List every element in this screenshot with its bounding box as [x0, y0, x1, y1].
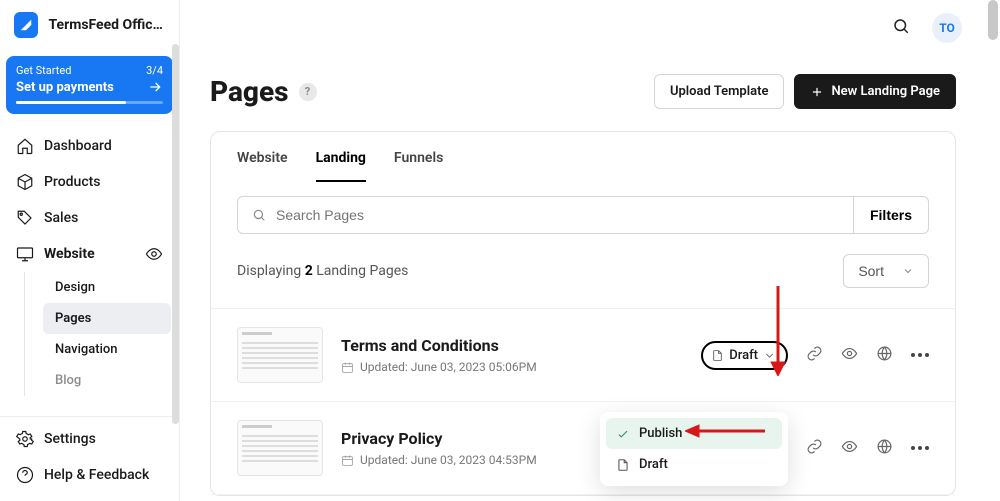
more-button[interactable] [911, 353, 929, 357]
nav-settings[interactable]: Settings [8, 421, 171, 457]
nav-dashboard[interactable]: Dashboard [8, 128, 171, 164]
annotation-arrow-left [685, 422, 765, 444]
nav-sales[interactable]: Sales [8, 200, 171, 236]
tag-icon [16, 209, 34, 227]
calendar-icon [341, 454, 354, 467]
globe-icon[interactable] [876, 345, 893, 366]
main: TO Pages ? Upload Template New Landing P… [180, 0, 986, 501]
new-landing-page-button[interactable]: New Landing Page [794, 74, 956, 109]
nav-products[interactable]: Products [8, 164, 171, 200]
globe-icon[interactable] [876, 438, 893, 459]
annotation-arrow-down [768, 286, 788, 380]
search-icon [252, 208, 266, 222]
more-button[interactable] [911, 446, 929, 450]
file-icon [711, 349, 724, 362]
page-thumbnail [237, 420, 323, 476]
subnav-design[interactable]: Design [43, 272, 171, 303]
get-started-cta: Set up payments [16, 80, 114, 95]
page-row-title: Terms and Conditions [341, 336, 683, 355]
get-started-card[interactable]: Get Started 3/4 Set up payments [6, 56, 173, 114]
arrow-right-icon [147, 79, 163, 95]
sidebar: TermsFeed Office... Get Started 3/4 Set … [0, 0, 180, 501]
check-icon [616, 427, 630, 441]
page-scrollbar[interactable] [988, 0, 998, 40]
help-icon [16, 466, 34, 484]
get-started-label: Get Started [16, 64, 71, 77]
preview-icon[interactable] [841, 345, 858, 366]
link-icon[interactable] [806, 438, 823, 459]
tab-website[interactable]: Website [237, 150, 288, 182]
sidebar-scrollbar[interactable] [172, 44, 179, 424]
preview-icon[interactable] [841, 438, 858, 459]
sort-button[interactable]: Sort [843, 254, 929, 288]
results-count: Displaying 2 Landing Pages [237, 263, 408, 279]
home-icon [16, 137, 34, 155]
search-field[interactable] [276, 207, 839, 223]
gear-icon [16, 430, 34, 448]
site-switcher[interactable]: TermsFeed Office... [0, 0, 179, 50]
nav-website[interactable]: Website [8, 236, 171, 272]
progress-bar [16, 101, 163, 104]
subnav-navigation[interactable]: Navigation [43, 334, 171, 365]
list-item[interactable]: Privacy Policy Updated: June 03, 2023 04… [211, 402, 955, 495]
chevron-down-icon [902, 265, 914, 277]
nav-help[interactable]: Help & Feedback [8, 457, 171, 493]
dropdown-draft[interactable]: Draft [606, 449, 782, 480]
page-title: Pages [210, 75, 289, 108]
upload-template-button[interactable]: Upload Template [654, 74, 785, 109]
list-item[interactable]: Terms and Conditions Updated: June 03, 2… [211, 309, 955, 402]
subnav-pages[interactable]: Pages [43, 303, 171, 334]
search-icon[interactable] [892, 17, 910, 39]
filters-button[interactable]: Filters [854, 196, 929, 234]
site-name: TermsFeed Office... [48, 17, 165, 33]
website-subnav: Design Pages Navigation Blog [24, 272, 171, 396]
tab-funnels[interactable]: Funnels [394, 150, 443, 182]
tabs: Website Landing Funnels [211, 132, 955, 182]
calendar-icon [341, 361, 354, 374]
tab-landing[interactable]: Landing [316, 150, 366, 182]
page-header: Pages ? Upload Template New Landing Page [210, 74, 956, 109]
plus-icon [810, 85, 824, 99]
pages-list: Terms and Conditions Updated: June 03, 2… [211, 308, 955, 495]
logo-icon [14, 12, 38, 38]
page-row-meta: Updated: June 03, 2023 05:06PM [341, 360, 683, 374]
link-icon[interactable] [806, 345, 823, 366]
avatar[interactable]: TO [932, 13, 962, 43]
search-pages-input[interactable] [237, 196, 854, 234]
help-badge-icon[interactable]: ? [299, 83, 317, 101]
eye-icon[interactable] [145, 245, 163, 263]
file-icon [616, 458, 630, 472]
subnav-blog[interactable]: Blog [43, 365, 171, 396]
box-icon [16, 173, 34, 191]
get-started-progress: 3/4 [146, 64, 163, 77]
monitor-icon [16, 245, 34, 263]
pages-panel: Website Landing Funnels Filters Displayi… [210, 131, 956, 496]
topbar: TO [180, 0, 986, 56]
page-thumbnail [237, 327, 323, 383]
